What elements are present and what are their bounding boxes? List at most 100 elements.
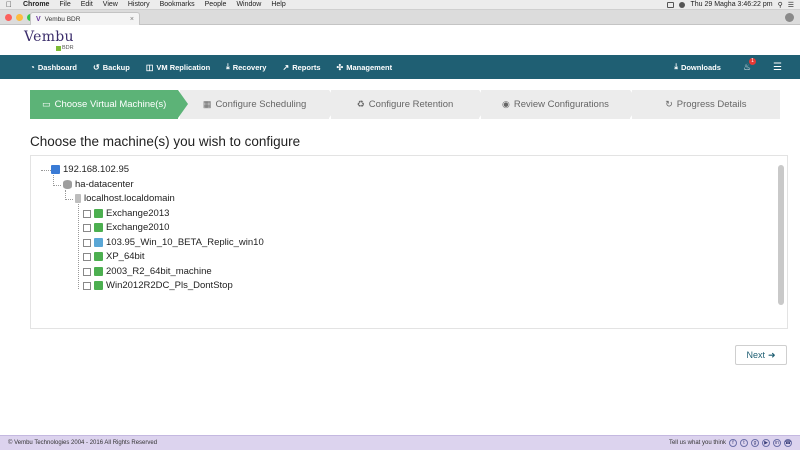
- nav-backup[interactable]: ↺ Backup: [93, 63, 130, 72]
- battery-icon[interactable]: [667, 1, 675, 8]
- step-configure-retention-label: Configure Retention: [368, 99, 454, 110]
- vm-powered-on-icon: [94, 223, 103, 232]
- management-icon: ✣: [336, 62, 344, 72]
- clock-text[interactable]: Thu 29 Magha 3:46:22 pm: [690, 1, 772, 8]
- vm-checkbox[interactable]: [83, 281, 91, 290]
- tree-node-host-label: localhost.localdomain: [84, 193, 175, 204]
- logo-subtitle: BDR: [56, 45, 74, 51]
- tree-node-vm[interactable]: 2003_R2_64bit_machine: [83, 266, 212, 277]
- nav-recovery[interactable]: ⤓ Recovery: [226, 62, 266, 72]
- nav-vm-replication[interactable]: ◫ VM Replication: [146, 63, 210, 72]
- search-icon[interactable]: ⚲: [778, 1, 783, 9]
- step-choose-vm[interactable]: ▭ Choose Virtual Machine(s): [30, 90, 189, 119]
- vm-tree-panel: 192.168.102.95 ha-datacenter localhost.l…: [30, 155, 788, 329]
- linkedin-icon[interactable]: in: [773, 439, 781, 447]
- dashboard-icon: ◔: [30, 62, 35, 72]
- googleplus-icon[interactable]: g: [751, 439, 759, 447]
- apple-icon[interactable]: : [0, 0, 18, 9]
- feedback-link[interactable]: Tell us what you think: [669, 440, 726, 446]
- downloads-link[interactable]: ⤓ Downloads: [674, 62, 721, 72]
- twitter-icon[interactable]: t: [740, 439, 748, 447]
- next-button-label: Next: [746, 350, 765, 360]
- menu-history[interactable]: History: [123, 1, 155, 8]
- menu-edit[interactable]: Edit: [76, 1, 98, 8]
- step-progress-details[interactable]: ↻ Progress Details: [631, 90, 781, 119]
- close-window-button[interactable]: [5, 14, 12, 21]
- nav-dashboard-label: Dashboard: [37, 62, 78, 72]
- nav-recovery-label: Recovery: [232, 62, 267, 72]
- vm-label: Win2012R2DC_Pls_DontStop: [106, 280, 233, 291]
- browser-tab[interactable]: V Vembu BDR ×: [30, 12, 140, 25]
- vm-replication-icon: ◫: [145, 62, 154, 72]
- phone-icon[interactable]: ☎: [784, 439, 792, 447]
- tree-node-vm[interactable]: Exchange2010: [83, 222, 169, 233]
- next-button[interactable]: Next ➜: [735, 345, 787, 365]
- close-tab-icon[interactable]: ×: [130, 16, 134, 23]
- step-review-configurations[interactable]: ◉ Review Configurations: [481, 90, 641, 119]
- nav-reports[interactable]: ↗ Reports: [282, 63, 320, 72]
- step-configure-scheduling-label: Configure Scheduling: [215, 99, 307, 110]
- step-review-configurations-label: Review Configurations: [513, 99, 609, 110]
- nav-dashboard[interactable]: ◔ Dashboard: [30, 63, 77, 72]
- tree-node-server[interactable]: 192.168.102.95: [51, 164, 129, 175]
- menu-window[interactable]: Window: [231, 1, 266, 8]
- notifications-button[interactable]: ♨ 1: [743, 57, 757, 73]
- menu-chrome[interactable]: Chrome: [18, 1, 54, 8]
- tree-node-vm[interactable]: XP_64bit: [83, 251, 145, 262]
- profile-icon[interactable]: [785, 13, 794, 22]
- footer-social: Tell us what you think f t g ▶ in ☎: [669, 439, 792, 447]
- vm-powered-on-icon: [94, 209, 103, 218]
- tree-connector: [53, 185, 61, 186]
- vembu-favicon-icon: V: [36, 15, 41, 23]
- menu-people[interactable]: People: [200, 1, 232, 8]
- minimize-window-button[interactable]: [16, 14, 23, 21]
- recycle-icon: ♻: [356, 99, 365, 109]
- nav-management[interactable]: ✣ Management: [337, 63, 393, 72]
- vm-powered-on-icon: [94, 252, 103, 261]
- vm-checkbox[interactable]: [83, 267, 91, 276]
- hamburger-menu-icon[interactable]: ☰: [773, 62, 782, 73]
- menu-bookmarks[interactable]: Bookmarks: [155, 1, 200, 8]
- vm-label: 2003_R2_64bit_machine: [106, 266, 212, 277]
- menu-list-icon[interactable]: ☰: [788, 1, 794, 9]
- tree-node-datacenter[interactable]: ha-datacenter: [63, 179, 134, 190]
- vm-checkbox[interactable]: [83, 209, 91, 218]
- app-header: Vembu BDR: [0, 25, 800, 55]
- reports-icon: ↗: [282, 62, 290, 72]
- menu-file[interactable]: File: [54, 1, 75, 8]
- menu-view[interactable]: View: [98, 1, 123, 8]
- page-title: Choose the machine(s) you wish to config…: [30, 134, 301, 149]
- vm-label: Exchange2010: [106, 222, 170, 233]
- host-icon: [75, 194, 81, 203]
- app-footer: © Vembu Technologies 2004 - 2016 All Rig…: [0, 435, 800, 450]
- step-configure-retention[interactable]: ♻ Configure Retention: [330, 90, 490, 119]
- menu-help[interactable]: Help: [266, 1, 290, 8]
- tree-connector: [41, 170, 51, 171]
- vm-label: Exchange2013: [106, 208, 170, 219]
- tree-node-vm[interactable]: Win2012R2DC_Pls_DontStop: [83, 280, 233, 291]
- vembu-logo[interactable]: Vembu: [24, 29, 74, 45]
- nav-reports-label: Reports: [292, 62, 321, 72]
- tree-node-vm[interactable]: Exchange2013: [83, 208, 169, 219]
- tree-scrollbar[interactable]: [778, 165, 784, 305]
- eye-icon: ◉: [501, 99, 510, 109]
- recovery-icon: ⤓: [226, 62, 230, 71]
- vm-checkbox[interactable]: [83, 223, 91, 232]
- main-navbar: ◔ Dashboard ↺ Backup ◫ VM Replication ⤓ …: [0, 55, 800, 79]
- wifi-icon[interactable]: [679, 1, 686, 8]
- step-choose-vm-label: Choose Virtual Machine(s): [54, 99, 167, 110]
- backup-icon: ↺: [93, 62, 100, 72]
- vm-checkbox[interactable]: [83, 238, 91, 247]
- vm-powered-on-icon: [94, 267, 103, 276]
- tree-node-datacenter-label: ha-datacenter: [75, 179, 134, 190]
- tree-node-vm[interactable]: 103.95_Win_10_BETA_Replic_win10: [83, 237, 264, 248]
- vm-checkbox[interactable]: [83, 252, 91, 261]
- wizard-steps: ▭ Choose Virtual Machine(s) ▦ Configure …: [30, 90, 782, 119]
- nav-backup-label: Backup: [102, 62, 130, 72]
- step-configure-scheduling[interactable]: ▦ Configure Scheduling: [180, 90, 340, 119]
- facebook-icon[interactable]: f: [729, 439, 737, 447]
- vm-powered-off-icon: [94, 238, 103, 247]
- tree-node-host[interactable]: localhost.localdomain: [75, 193, 175, 204]
- youtube-icon[interactable]: ▶: [762, 439, 770, 447]
- arrow-right-icon: ➜: [767, 349, 776, 360]
